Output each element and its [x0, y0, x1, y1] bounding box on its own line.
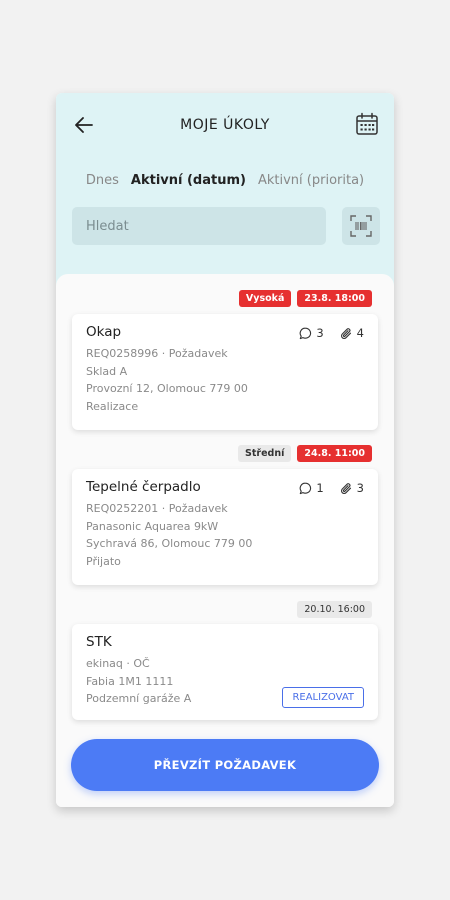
comment-icon — [299, 327, 312, 339]
tab-aktivni-datum[interactable]: Aktivní (datum) — [131, 173, 246, 188]
attachment-count: 4 — [356, 326, 364, 340]
task-address: Sychravá 86, Olomouc 779 00 — [86, 537, 253, 550]
task-title: STK — [86, 634, 112, 650]
task-meta: 1 3 — [299, 481, 364, 495]
comment-icon — [299, 482, 312, 494]
task-status: Realizace — [86, 399, 139, 413]
tab-aktivni-priorita[interactable]: Aktivní (priorita) — [258, 173, 364, 188]
page-title: MOJE ÚKOLY — [180, 117, 270, 133]
task-device: Panasonic Aquarea 9kW — [86, 519, 219, 533]
deadline-badge: 20.10. 16:00 — [297, 601, 372, 618]
comment-count: 3 — [316, 326, 324, 340]
task-badges: Vysoká 23.8. 18:00 — [238, 290, 372, 307]
barcode-scan-icon — [350, 215, 372, 237]
task-title: Okap — [86, 324, 122, 340]
calendar-icon — [356, 112, 378, 135]
comment-count: 1 — [316, 481, 324, 495]
deadline-badge: 24.8. 11:00 — [297, 445, 372, 462]
task-status: Přijato — [86, 554, 121, 568]
task-details: REQ0252201 · Požadavek Panasonic Aquarea… — [86, 500, 252, 570]
priority-badge: Vysoká — [238, 290, 292, 307]
task-vehicle: Fabia 1M1 1111 — [86, 674, 174, 688]
task-meta: 3 4 — [299, 326, 364, 340]
deadline-badge: 23.8. 18:00 — [297, 290, 372, 307]
task-location: Podzemní garáže A — [86, 692, 192, 705]
task-details: ekinaq · OČ Fabia 1M1 1111 Podzemní gará… — [86, 655, 191, 708]
tab-dnes[interactable]: Dnes — [86, 173, 119, 188]
task-title: Tepelné čerpadlo — [86, 479, 201, 495]
task-request-id: REQ0258996 · Požadavek — [86, 347, 228, 360]
task-card[interactable]: Tepelné čerpadlo 1 3 REQ0252201 · Požada… — [72, 469, 378, 585]
priority-badge: Střední — [238, 445, 292, 462]
search-input[interactable] — [72, 207, 326, 245]
task-badges: 20.10. 16:00 — [297, 601, 372, 618]
filter-tabs: Dnes Aktivní (datum) Aktivní (priorita) — [56, 173, 394, 188]
calendar-button[interactable] — [354, 111, 380, 137]
attachment-count: 3 — [356, 481, 364, 495]
realize-button[interactable]: REALIZOVAT — [282, 687, 364, 708]
paperclip-icon — [340, 327, 351, 339]
task-address: Provozní 12, Olomouc 779 00 — [86, 382, 248, 395]
task-card[interactable]: STK ekinaq · OČ Fabia 1M1 1111 Podzemní … — [72, 624, 378, 720]
task-card[interactable]: Okap 3 4 REQ0258996 · Požadavek Sklad A … — [72, 314, 378, 430]
scan-button[interactable] — [342, 207, 380, 245]
paperclip-icon — [340, 482, 351, 494]
task-request-id: REQ0252201 · Požadavek — [86, 502, 228, 515]
task-details: REQ0258996 · Požadavek Sklad A Provozní … — [86, 345, 248, 415]
take-request-button[interactable]: PŘEVZÍT POŽADAVEK — [71, 739, 379, 791]
task-badges: Střední 24.8. 11:00 — [238, 445, 372, 462]
header-panel: MOJE ÚKOLY Dnes Aktivní (datum) Aktivní … — [56, 93, 394, 293]
task-location: Sklad A — [86, 364, 128, 378]
task-list: Vysoká 23.8. 18:00 Okap 3 4 REQ0258996 ·… — [56, 274, 394, 807]
task-request-id: ekinaq · OČ — [86, 657, 150, 670]
app-screen: MOJE ÚKOLY Dnes Aktivní (datum) Aktivní … — [56, 93, 394, 807]
